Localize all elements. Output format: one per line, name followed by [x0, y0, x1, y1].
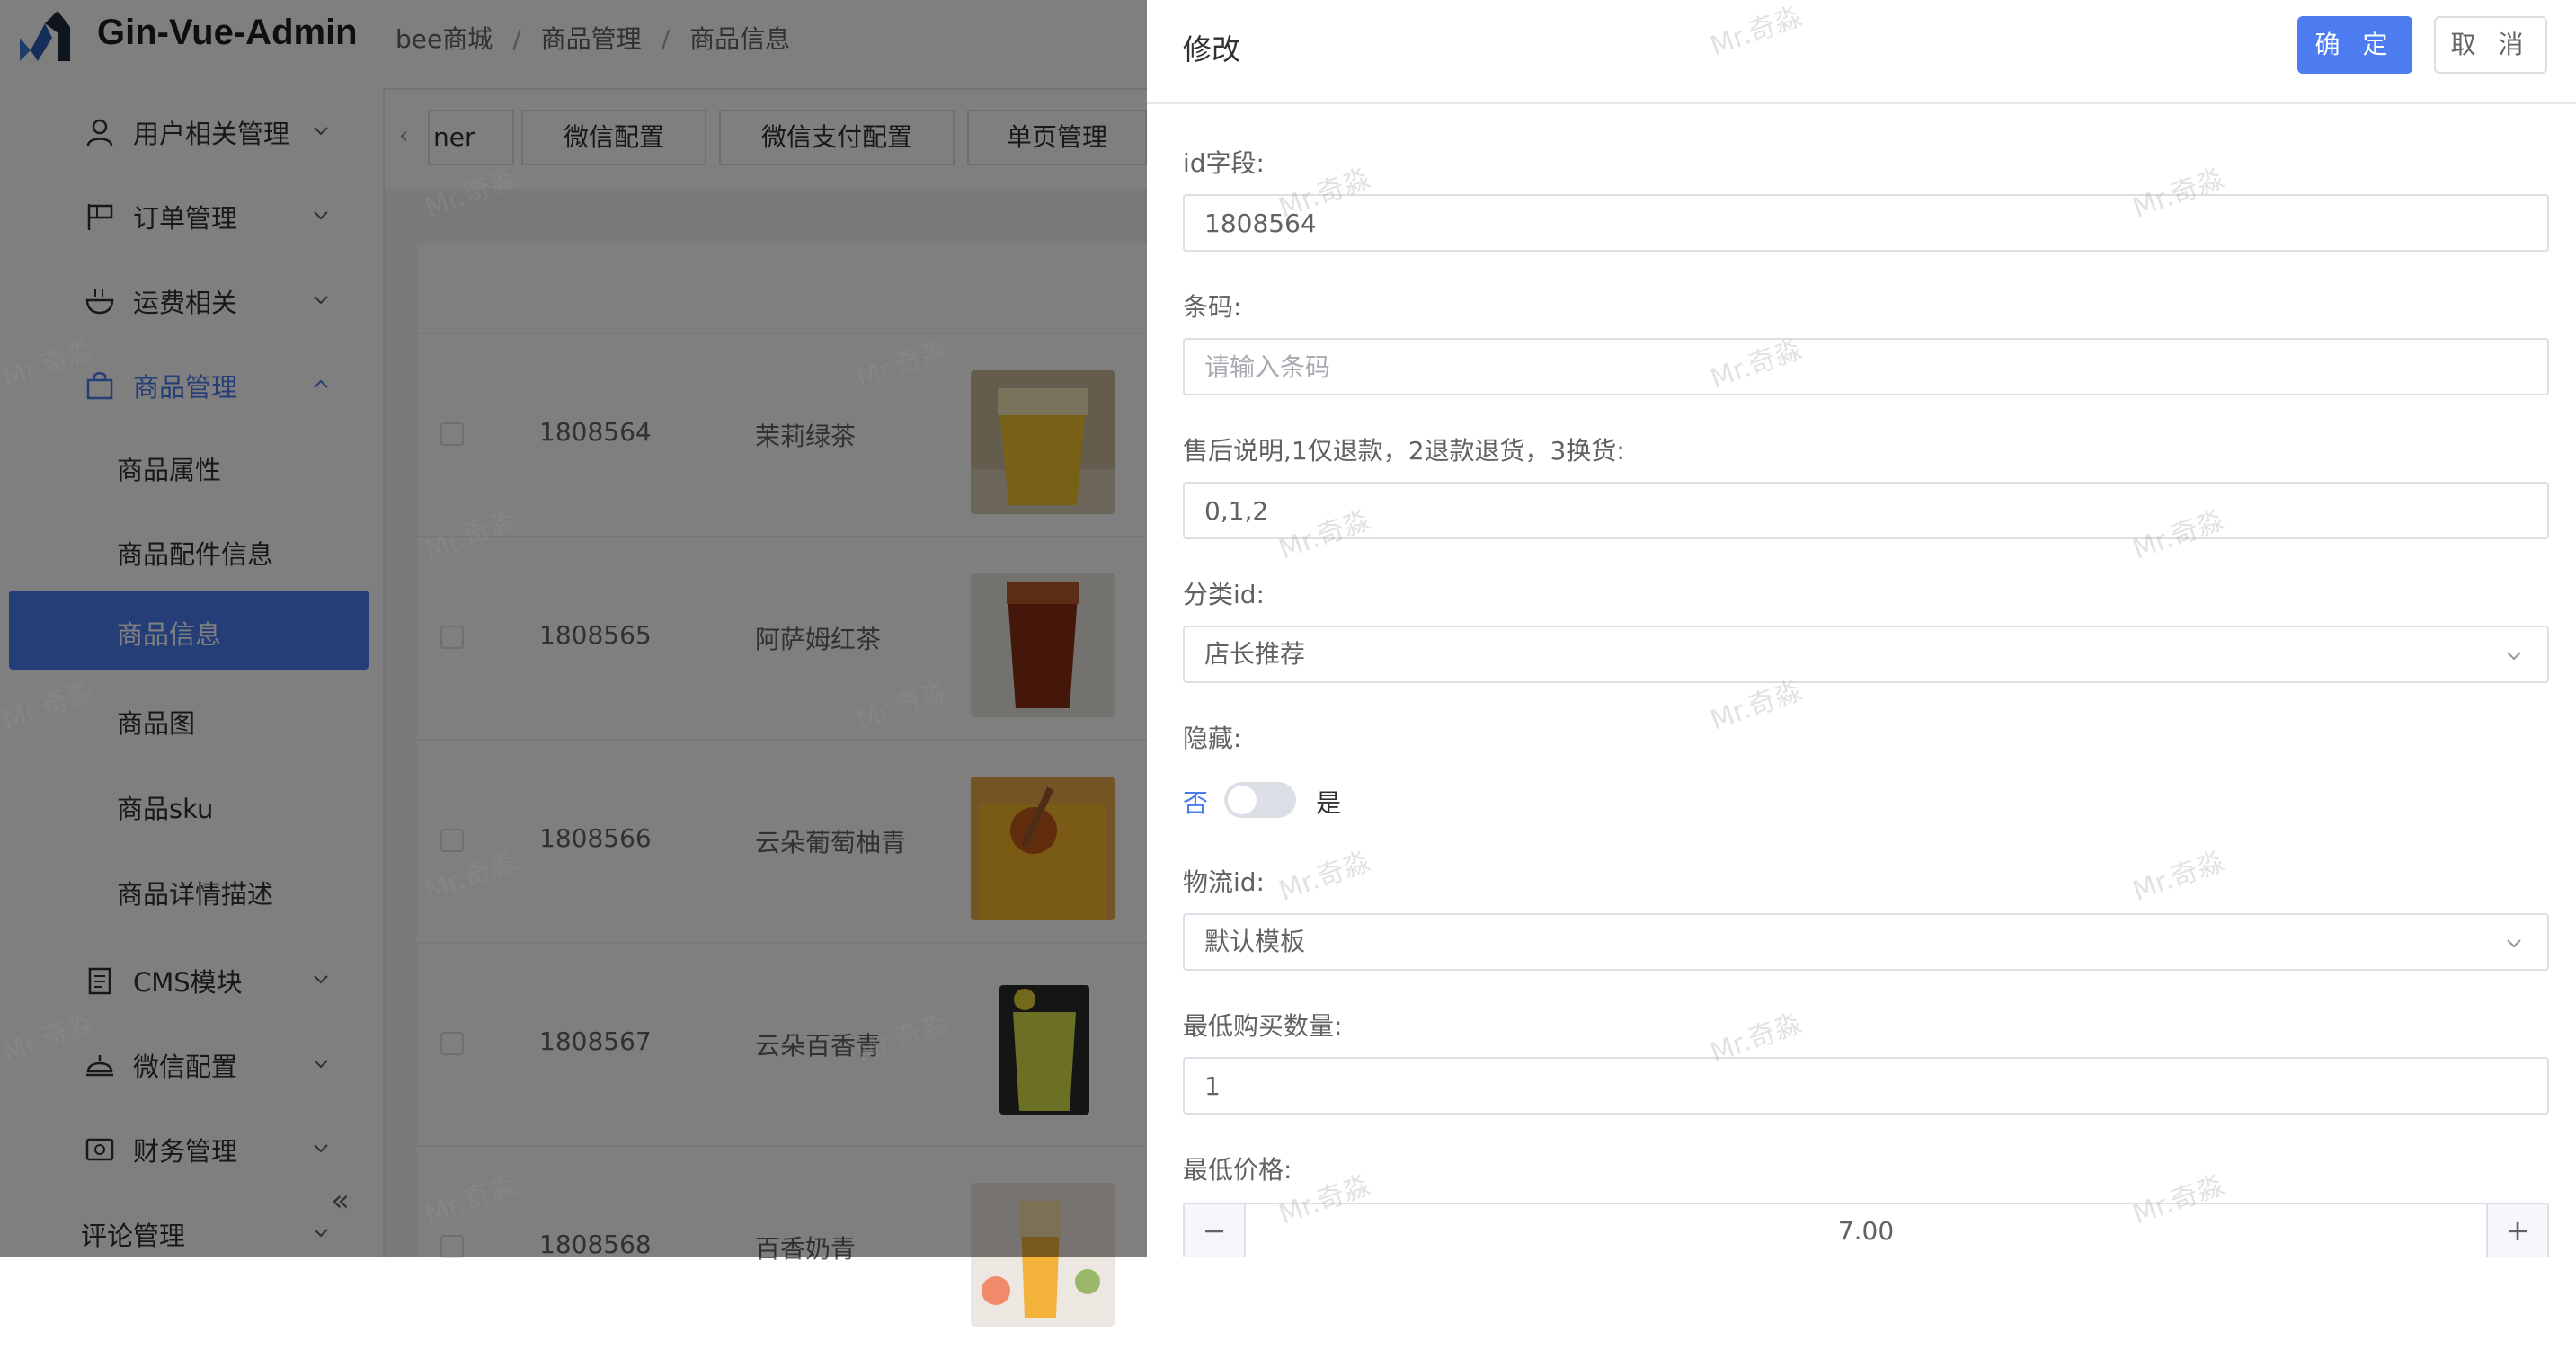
- hidden-label: 隐藏:: [1183, 724, 1242, 753]
- id-field-label: id字段:: [1183, 148, 1265, 178]
- hidden-toggle[interactable]: [1224, 782, 1296, 818]
- min-quantity-label: 最低购买数量:: [1183, 1011, 1343, 1041]
- chevron-down-icon: [2507, 652, 2521, 661]
- barcode-input[interactable]: [1183, 338, 2549, 395]
- drawer-title: 修改: [1183, 32, 1241, 67]
- drawer-header: 修改 确 定 取 消: [1147, 0, 2576, 104]
- confirm-button[interactable]: 确 定: [2297, 16, 2412, 74]
- min-price-value[interactable]: 7.00: [1244, 1204, 2488, 1257]
- increment-button[interactable]: +: [2486, 1204, 2547, 1257]
- switch-off-label[interactable]: 否: [1183, 784, 1208, 820]
- min-price-label: 最低价格:: [1183, 1155, 1292, 1185]
- after-sale-label: 售后说明,1仅退款，2退款退货，3换货:: [1183, 436, 1625, 466]
- logistics-select-value: 默认模板: [1204, 927, 1306, 956]
- logistics-select[interactable]: 默认模板: [1183, 913, 2549, 971]
- category-select[interactable]: 店长推荐: [1183, 626, 2549, 683]
- chevron-down-icon: [2507, 939, 2521, 948]
- min-quantity-input[interactable]: [1183, 1057, 2549, 1115]
- edit-drawer: 修改 确 定 取 消 id字段: 条码: 售后说明,1仅退款，2退款退货，3换货…: [1147, 0, 2576, 1257]
- cancel-button[interactable]: 取 消: [2434, 16, 2547, 74]
- category-select-value: 店长推荐: [1204, 639, 1306, 669]
- after-sale-input[interactable]: [1183, 482, 2549, 539]
- barcode-label: 条码:: [1183, 292, 1242, 322]
- logistics-label: 物流id:: [1183, 867, 1265, 897]
- id-field-input[interactable]: [1183, 194, 2549, 252]
- decrement-button[interactable]: −: [1185, 1204, 1246, 1257]
- toggle-knob: [1228, 786, 1257, 814]
- min-price-stepper: − 7.00 +: [1183, 1203, 2549, 1257]
- switch-on-label[interactable]: 是: [1316, 784, 1341, 820]
- category-label: 分类id:: [1183, 580, 1265, 609]
